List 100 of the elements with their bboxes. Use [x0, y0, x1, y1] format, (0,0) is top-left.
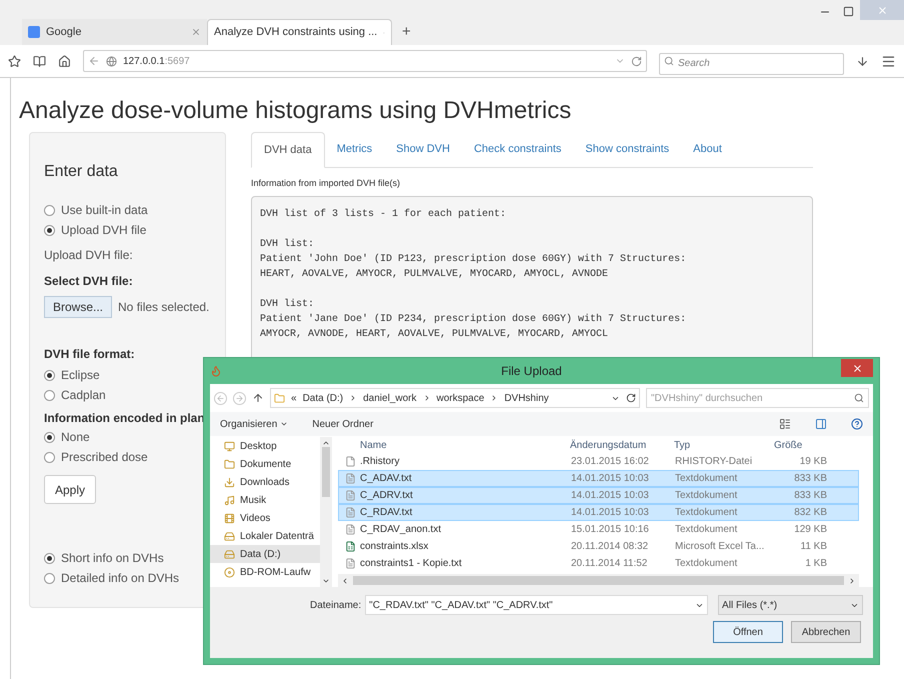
- radio-button[interactable]: [44, 390, 55, 400]
- output-line: DVH list of 3 lists - 1 for each patient:: [260, 208, 508, 222]
- close-button[interactable]: [841, 359, 873, 377]
- file-row[interactable]: C_RDAV.txt 14.01.2015 10:03 Textdokument 832 KB: [338, 504, 859, 522]
- file-date: 23.01.2015 16:02: [570, 455, 650, 470]
- file-type: RHISTORY-Datei: [674, 455, 754, 470]
- content-tab[interactable]: Show DVH: [384, 131, 462, 167]
- path-segment[interactable]: workspace: [436, 390, 484, 406]
- nav-label: Videos: [240, 512, 270, 526]
- nav-item[interactable]: Musik: [210, 491, 320, 509]
- download-icon: [224, 476, 235, 488]
- radio-label: Upload DVH file: [61, 222, 146, 239]
- home-icon[interactable]: [58, 54, 71, 68]
- radio-button[interactable]: [44, 572, 55, 584]
- file-status: No files selected.: [118, 299, 210, 316]
- file-name: C_ADRV.txt: [360, 489, 413, 504]
- command-button[interactable]: Neuer Ordner: [312, 416, 374, 432]
- file-row[interactable]: .Rhistory 23.01.2015 16:02 RHISTORY-Datei 19 KB: [338, 453, 859, 470]
- search-field[interactable]: Search: [659, 52, 844, 74]
- radio-button[interactable]: [44, 432, 55, 442]
- apply-button[interactable]: Apply: [44, 475, 96, 504]
- scroll-up-icon[interactable]: [322, 439, 330, 447]
- path-segment[interactable]: DVHshiny: [504, 390, 549, 406]
- file-date: 15.01.2015 10:16: [570, 523, 650, 538]
- file-name: C_RDAV_anon.txt: [360, 523, 441, 538]
- browser-tab[interactable]: Google: [22, 19, 207, 45]
- maximize-icon[interactable]: [843, 6, 854, 17]
- address-bar[interactable]: 127.0.0.1:5697: [83, 50, 647, 72]
- scroll-thumb[interactable]: [353, 576, 844, 586]
- content-tab[interactable]: Show constraints: [573, 131, 682, 167]
- path-bar[interactable]: « Data (D:) daniel_work workspace DVHshiny: [270, 388, 640, 408]
- filter-dropdown[interactable]: All Files (*.*): [718, 595, 863, 615]
- content-tab[interactable]: DVH data: [251, 132, 325, 168]
- caret-icon[interactable]: [280, 420, 288, 428]
- file-name: .Rhistory: [360, 455, 400, 470]
- nav-item[interactable]: Lokaler Datenträ: [210, 527, 320, 545]
- file-icon: [345, 473, 356, 484]
- file-row[interactable]: constraints.xlsx 20.11.2014 08:32 Microsoft Excel Ta... 11 KB: [338, 538, 859, 556]
- file-icon: [345, 541, 356, 552]
- filename-field[interactable]: "C_RDAV.txt" "C_ADAV.txt" "C_ADRV.txt": [365, 595, 708, 615]
- radio-button[interactable]: [44, 204, 55, 216]
- menu-icon[interactable]: [881, 54, 896, 68]
- nav-item[interactable]: Data (D:): [210, 545, 320, 563]
- horizontal-scrollbar[interactable]: [338, 574, 859, 587]
- output-line: AMYOCR, AVNODE, HEART, AOVALVE, PULMVALVE, MYOCARD, AMYOCL: [260, 328, 610, 342]
- music-icon: [224, 494, 235, 506]
- reload-icon[interactable]: [631, 56, 642, 66]
- radio-button[interactable]: [44, 224, 55, 236]
- scroll-left-icon[interactable]: [341, 576, 349, 585]
- refresh-icon[interactable]: [626, 393, 636, 403]
- column-header[interactable]: Änderungsdatum: [566, 438, 670, 454]
- content-tab[interactable]: About: [681, 131, 734, 167]
- search-field[interactable]: "DVHshiny" durchsuchen: [646, 388, 869, 408]
- radio-button[interactable]: [44, 552, 55, 564]
- nav-label: Data (D:): [240, 548, 281, 562]
- folder-icon: [274, 392, 285, 404]
- new-tab-button[interactable]: +: [392, 19, 421, 45]
- reading-list-icon[interactable]: [33, 54, 46, 68]
- column-header[interactable]: Typ: [670, 438, 770, 454]
- nav-item[interactable]: BD-ROM-Laufw: [210, 563, 320, 581]
- scrollbar[interactable]: [320, 437, 332, 587]
- radio-button[interactable]: [44, 370, 55, 380]
- help-icon[interactable]: [851, 418, 863, 430]
- content-tab[interactable]: Check constraints: [462, 131, 574, 167]
- column-header[interactable]: Name: [338, 438, 566, 454]
- file-row[interactable]: C_ADAV.txt 14.01.2015 10:03 Textdokument 833 KB: [338, 470, 859, 488]
- command-button[interactable]: Organisieren: [220, 416, 278, 432]
- scroll-down-icon[interactable]: [322, 577, 330, 585]
- file-row[interactable]: C_RDAV_anon.txt 15.01.2015 10:16 Textdokument 129 KB: [338, 521, 859, 538]
- scroll-right-icon[interactable]: [848, 576, 856, 585]
- path-segment[interactable]: daniel_work: [363, 390, 416, 406]
- nav-item[interactable]: Downloads: [210, 473, 320, 491]
- file-name: C_ADAV.txt: [360, 472, 412, 486]
- nav-item[interactable]: Desktop: [210, 437, 320, 455]
- nav-label: Downloads: [240, 476, 290, 490]
- content-tab[interactable]: Metrics: [324, 131, 384, 167]
- tab-title: Google: [46, 24, 82, 40]
- download-icon[interactable]: [856, 54, 869, 68]
- column-header[interactable]: Größe: [770, 438, 840, 454]
- nav-label: Dokumente: [240, 458, 292, 472]
- path-segment[interactable]: Data (D:): [302, 390, 344, 406]
- browser-tab[interactable]: Analyze DVH constraints using ...: [207, 19, 392, 45]
- browse-button[interactable]: Browse...: [44, 296, 112, 318]
- cancel-button[interactable]: Abbrechen: [791, 621, 861, 643]
- nav-item[interactable]: Videos: [210, 509, 320, 527]
- radio-button[interactable]: [44, 452, 55, 462]
- file-row[interactable]: C_ADRV.txt 14.01.2015 10:03 Textdokument 833 KB: [338, 487, 859, 504]
- view-icon[interactable]: [779, 418, 791, 430]
- file-type: Textdokument: [674, 472, 738, 486]
- file-row[interactable]: constraints1 - Kopie.txt 20.11.2014 11:52 Textdokument 1 KB: [338, 555, 859, 572]
- scroll-thumb[interactable]: [322, 447, 330, 497]
- nav-item[interactable]: Dokumente: [210, 455, 320, 473]
- up-icon[interactable]: [252, 392, 264, 404]
- search-icon: [854, 393, 864, 403]
- file-date: 20.11.2014 08:32: [570, 540, 650, 554]
- output-line: Patient 'John Doe' (ID P123, prescription dose 60GY) with 7 Structures:: [260, 252, 688, 266]
- preview-pane-icon[interactable]: [815, 418, 827, 430]
- open-button[interactable]: Öffnen: [713, 621, 783, 643]
- bookmark-star-icon[interactable]: [8, 54, 21, 68]
- file-size: 1 KB: [804, 557, 827, 572]
